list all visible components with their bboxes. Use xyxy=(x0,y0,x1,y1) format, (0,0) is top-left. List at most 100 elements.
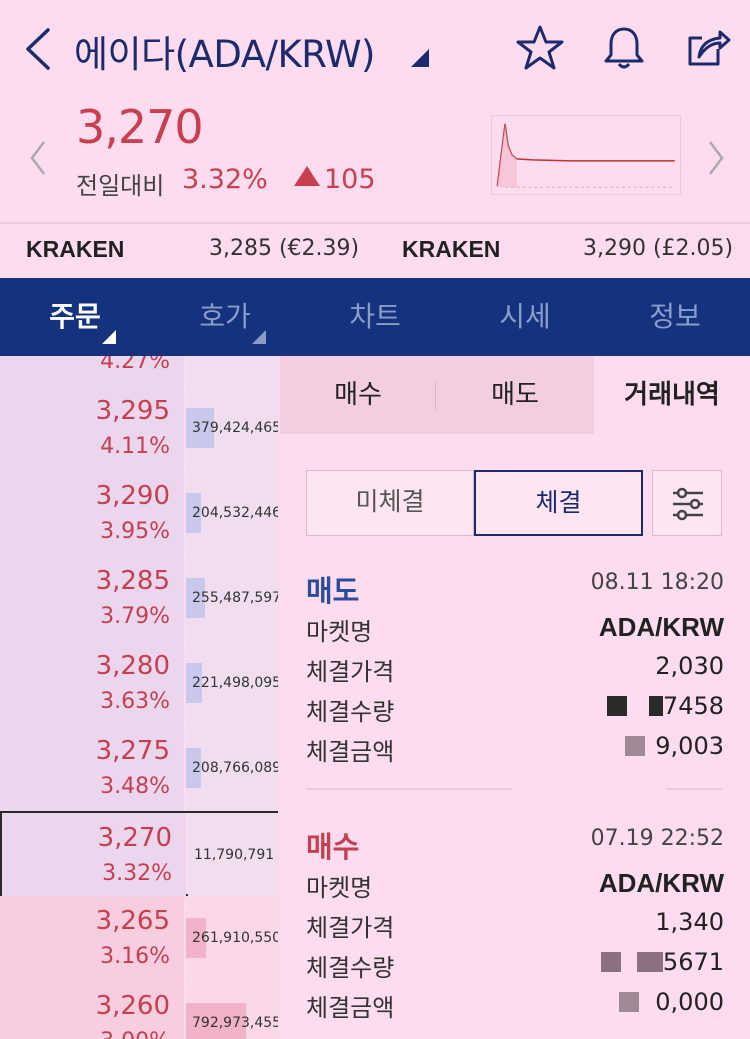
trade-type: 매도 xyxy=(306,574,360,608)
filter-button[interactable] xyxy=(652,470,722,536)
amount-label: 체결금액 xyxy=(306,738,395,766)
price-cell: 3,285 3.79% xyxy=(0,556,184,641)
orderbook-volume: 11,790,791 xyxy=(194,847,275,863)
orderbook-row[interactable]: 3,260 3.00% 792,973,455 xyxy=(0,981,278,1039)
price-value: 1,340 xyxy=(655,908,724,936)
qty-value: 7458 xyxy=(606,692,724,720)
volume-cell: 221,498,095 xyxy=(186,641,278,726)
prev-day-label: 전일대비 xyxy=(76,172,165,200)
orderbook-volume: 208,766,089 xyxy=(192,760,278,776)
tab-label: 주문 xyxy=(49,300,101,333)
mini-price-chart[interactable] xyxy=(491,115,681,195)
orderbook-row[interactable]: 4.27% xyxy=(0,356,278,386)
market-label: 마켓명 xyxy=(306,874,373,902)
volume-cell: 379,424,465 xyxy=(186,386,278,471)
orderbook-rate: 3.16% xyxy=(100,944,170,969)
divider xyxy=(435,382,436,410)
orderbook-rate: 3.48% xyxy=(100,774,170,799)
trade-entry[interactable]: 매도 08.11 18:20 마켓명 ADA/KRW 체결가격 2,030 체결… xyxy=(306,568,724,768)
volume-cell xyxy=(186,356,278,386)
tab-label: 호가 xyxy=(199,300,251,333)
orderbook-rate: 3.95% xyxy=(100,519,170,544)
exchange-value: 3,285 (€2.39) xyxy=(209,236,360,261)
orderbook-row[interactable]: 3,265 3.16% 261,910,550 xyxy=(0,896,278,981)
price-value: 2,030 xyxy=(655,652,724,680)
orderbook-row[interactable]: 3,275 3.48% 208,766,089 xyxy=(0,726,278,811)
star-icon[interactable] xyxy=(516,24,564,72)
orderbook-row[interactable]: 3,290 3.95% 204,532,446 xyxy=(0,471,278,556)
orderbook-list[interactable]: 4.27% 3,295 4.11% 379,424,465 3,290 3.95% 204,… xyxy=(0,356,278,1039)
redaction-block xyxy=(625,736,646,756)
orderbook-row[interactable]: 3,285 3.79% 255,487,597 xyxy=(0,556,278,641)
tab-order[interactable]: 주문 xyxy=(0,278,150,356)
divider xyxy=(0,222,750,224)
price-cell: 3,265 3.16% xyxy=(0,896,184,981)
exchange-1-value-wrap: 3,285 (€2.39) xyxy=(209,236,359,261)
divider xyxy=(306,788,512,790)
orderbook-price: 3,285 xyxy=(95,566,170,596)
redaction-block xyxy=(619,992,640,1012)
orderbook-price: 3,270 xyxy=(97,823,172,853)
qty-text: 5671 xyxy=(662,948,724,976)
subtab-sell[interactable]: 매도 xyxy=(436,356,594,434)
orderbook-rate: 3.79% xyxy=(100,604,170,629)
share-icon[interactable] xyxy=(684,24,732,72)
exchange-1: KRAKEN xyxy=(26,236,124,263)
prev-coin-arrow-icon[interactable] xyxy=(26,138,50,178)
orderbook-row[interactable]: 3,280 3.63% 221,498,095 xyxy=(0,641,278,726)
redaction-block xyxy=(648,696,663,716)
current-price: 3,270 xyxy=(76,100,204,154)
tab-chart[interactable]: 차트 xyxy=(300,278,450,356)
orderbook-row[interactable]: 3,295 4.11% 379,424,465 xyxy=(0,386,278,471)
next-coin-arrow-icon[interactable] xyxy=(704,138,728,178)
page-title[interactable]: 에이다(ADA/KRW) xyxy=(74,24,375,78)
dropdown-caret-icon[interactable] xyxy=(409,47,429,67)
qty-label: 체결수량 xyxy=(306,954,395,982)
trade-entry[interactable]: 매수 07.19 22:52 마켓명 ADA/KRW 체결가격 1,340 체결… xyxy=(306,824,724,1024)
orderbook-volume: 261,910,550 xyxy=(192,930,278,946)
segment-unfilled[interactable]: 미체결 xyxy=(306,470,474,536)
subtab-history[interactable]: 거래내역 xyxy=(594,356,750,434)
qty-value: 5671 xyxy=(600,948,724,976)
exchange-2: KRAKEN xyxy=(402,236,500,263)
change-amount: 105 xyxy=(294,164,376,195)
tab-label: 정보 xyxy=(649,300,701,333)
price-cell: 3,260 3.00% xyxy=(0,981,184,1039)
volume-cell: 255,487,597 xyxy=(186,556,278,641)
exchange-2-value-wrap: 3,290 (£2.05) xyxy=(583,236,733,261)
orderbook-rate: 3.00% xyxy=(100,1029,170,1039)
amount-value: 9,003 xyxy=(625,732,724,760)
back-icon[interactable] xyxy=(22,26,54,72)
qty-text: 7458 xyxy=(662,692,724,720)
tab-caret-icon xyxy=(102,330,116,344)
redaction-block xyxy=(600,952,621,972)
order-subtabs: 매수 매도 거래내역 xyxy=(280,356,750,434)
orderbook-rate: 4.27% xyxy=(100,356,170,374)
orderbook-rate: 3.32% xyxy=(102,861,172,886)
tab-quotes[interactable]: 시세 xyxy=(450,278,600,356)
orderbook-volume: 221,498,095 xyxy=(192,675,278,691)
volume-cell: 261,910,550 xyxy=(186,896,278,981)
subtab-buy[interactable]: 매수 xyxy=(280,356,436,434)
orderbook-row[interactable]: 3,270 3.32% 11,790,791 xyxy=(0,811,278,898)
change-amount-value: 105 xyxy=(324,164,376,195)
orderbook-price: 3,265 xyxy=(95,906,170,936)
price-cell: 3,290 3.95% xyxy=(0,471,184,556)
tab-info[interactable]: 정보 xyxy=(600,278,750,356)
app-header: 에이다(ADA/KRW) xyxy=(0,0,750,95)
bell-icon[interactable] xyxy=(600,24,648,72)
orderbook-price: 3,280 xyxy=(95,651,170,681)
amount-text: 9,003 xyxy=(655,732,724,760)
orderbook-volume: 792,973,455 xyxy=(192,1015,278,1031)
price-label: 체결가격 xyxy=(306,658,395,686)
tab-orderbook[interactable]: 호가 xyxy=(150,278,300,356)
sliders-icon xyxy=(673,487,703,521)
tab-caret-icon xyxy=(252,330,266,344)
redaction-block xyxy=(636,952,663,972)
orderbook-price: 3,260 xyxy=(95,991,170,1021)
market-label: 마켓명 xyxy=(306,618,373,646)
main-tab-bar: 주문 호가 차트 시세 정보 xyxy=(0,278,750,356)
segment-filled[interactable]: 체결 xyxy=(474,470,643,536)
price-cell: 3,280 3.63% xyxy=(0,641,184,726)
tab-label: 차트 xyxy=(349,300,401,333)
